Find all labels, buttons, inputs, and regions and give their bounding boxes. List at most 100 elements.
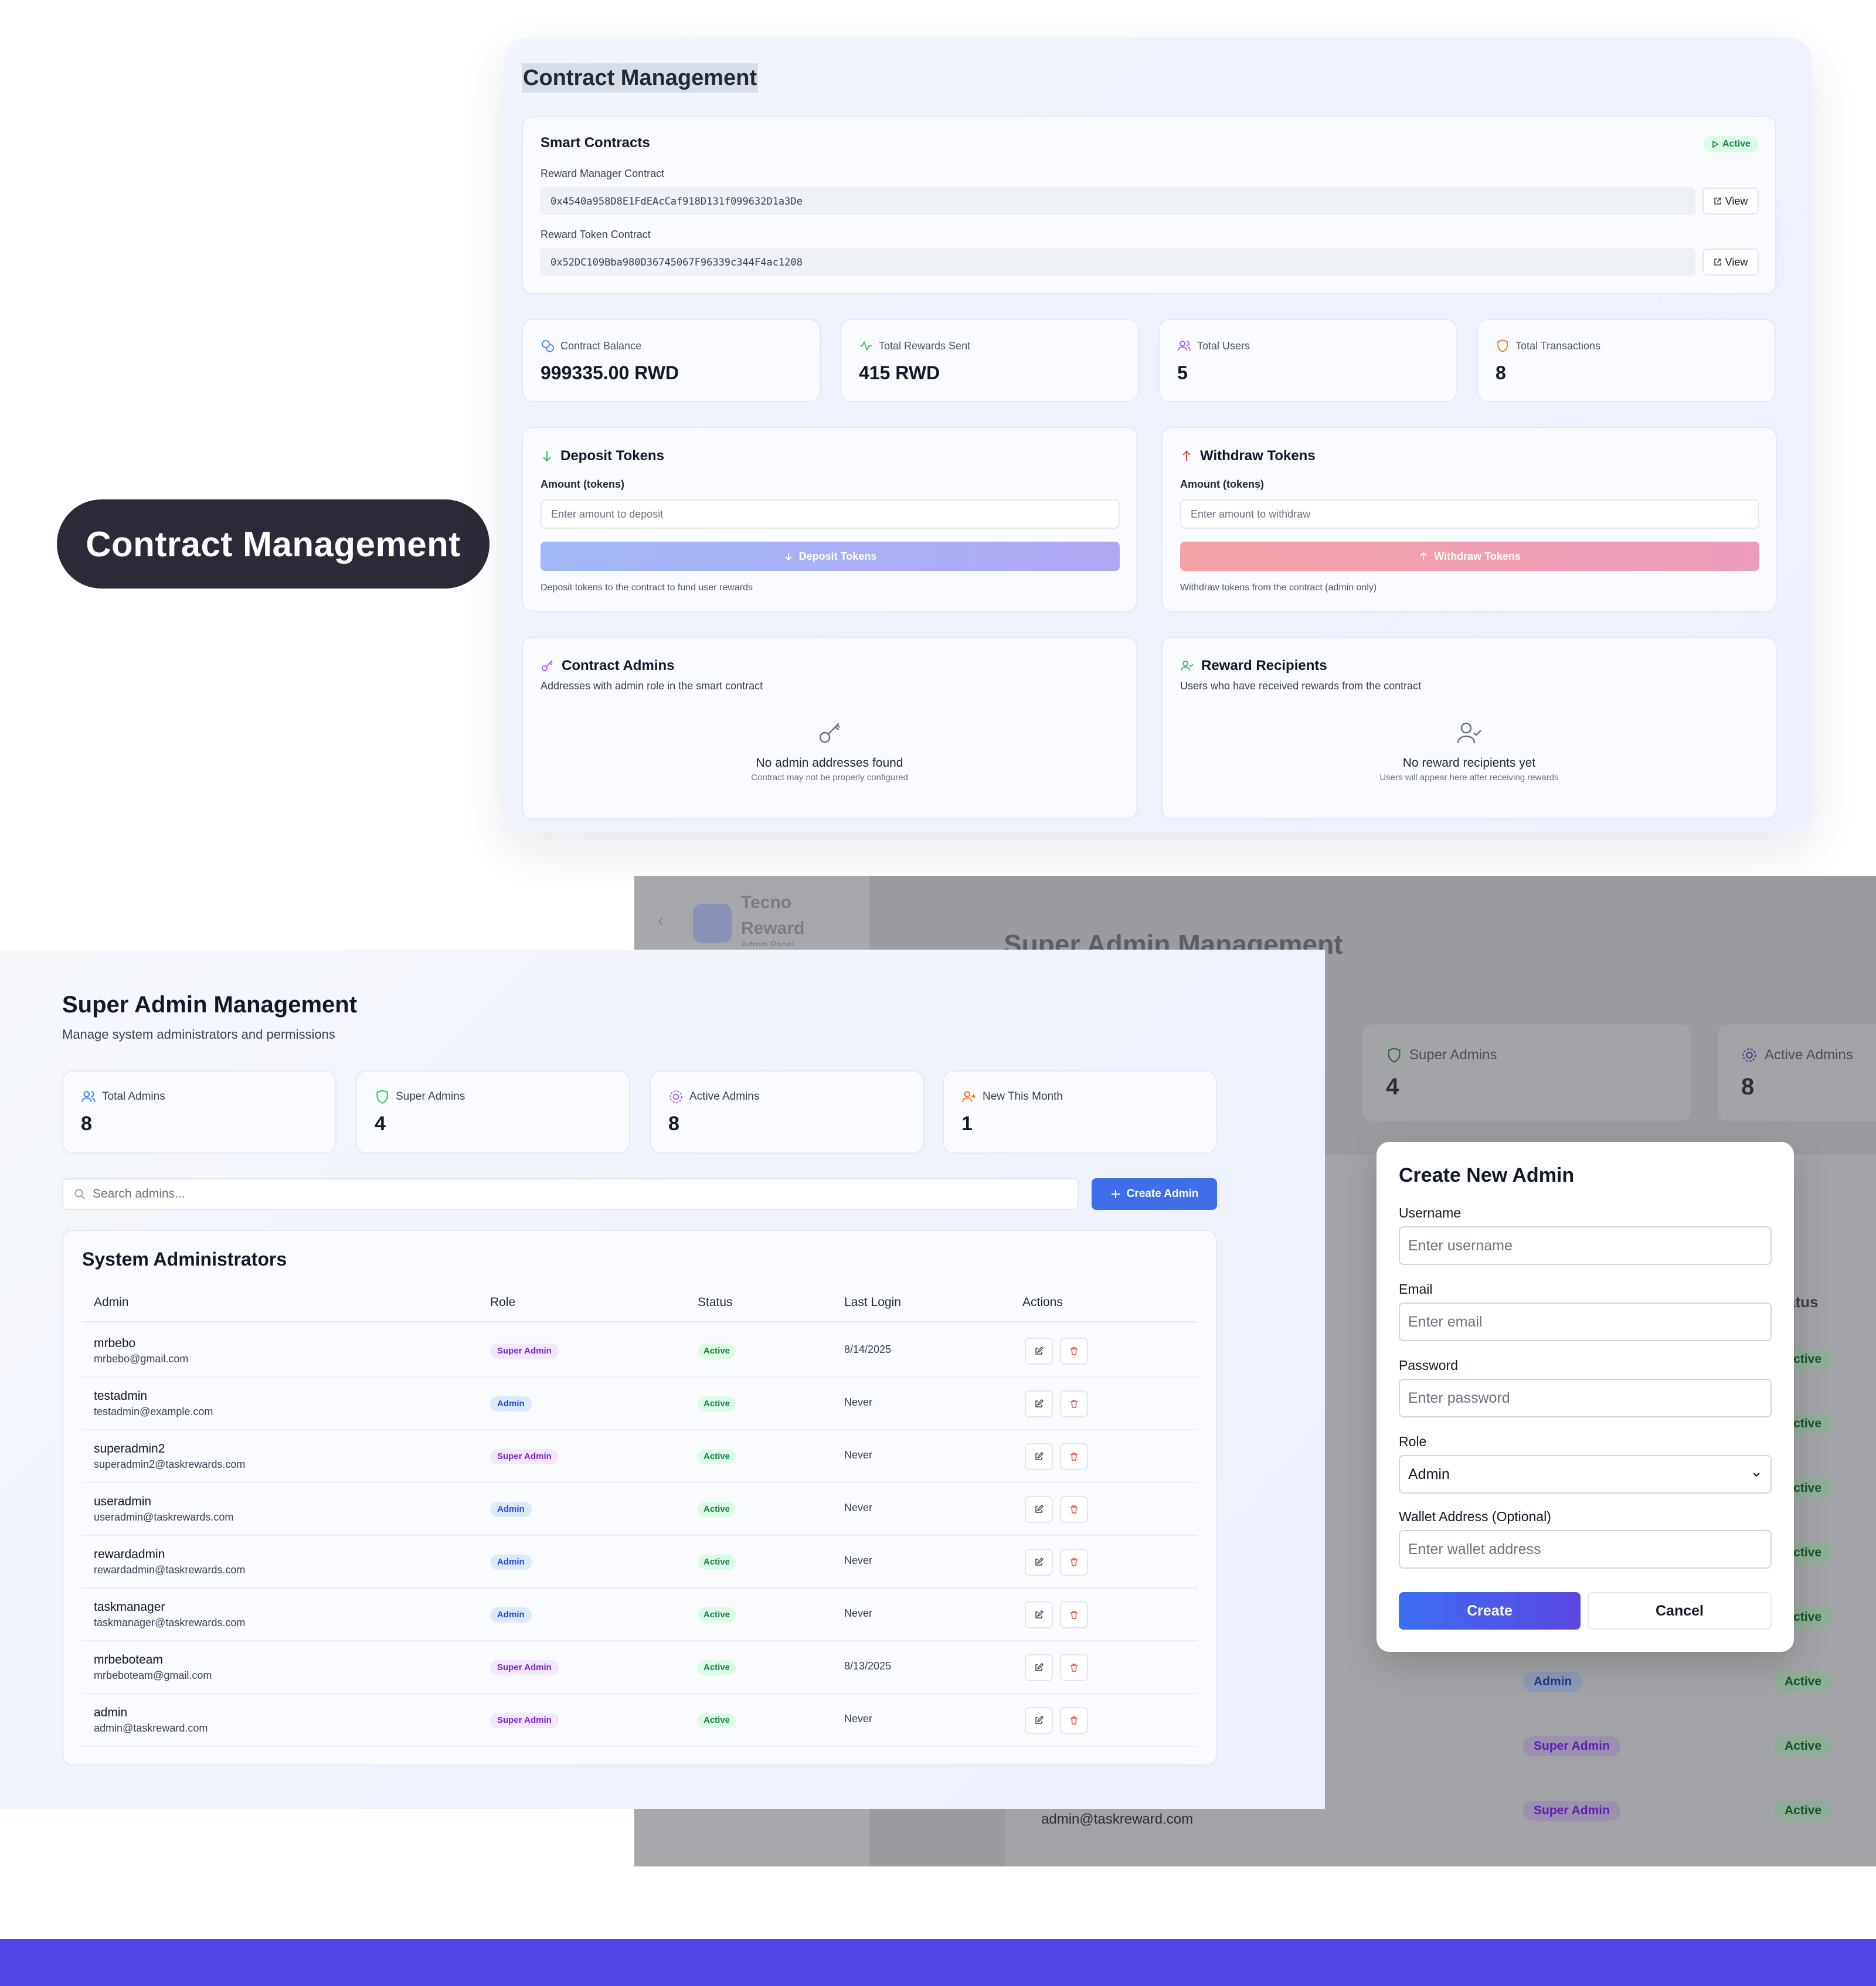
admin-username: rewardadmin [94,1548,165,1561]
edit-icon [1035,1716,1044,1724]
stat-label-row: Super Admins [1386,1047,1497,1063]
delete-button[interactable] [1060,1496,1088,1523]
smart-contracts-title: Smart Contracts [541,135,650,151]
modal-title: Create New Admin [1399,1164,1575,1186]
cancel-button[interactable]: Cancel [1588,1592,1772,1630]
deposit-amount-input[interactable]: Enter amount to deposit [541,499,1120,529]
edit-icon [1035,1346,1044,1355]
email-input[interactable]: Enter email [1399,1303,1772,1341]
stat-card-super-admins: Super Admins 4 [356,1070,630,1154]
view-reward-manager-button[interactable]: View [1702,188,1759,215]
stat-label: Super Admins [1409,1047,1497,1063]
admin-email: rewardadmin@taskrewards.com [94,1564,246,1576]
chevron-down-icon [1753,1473,1760,1477]
edit-button[interactable] [1025,1707,1053,1734]
withdraw-note: Withdraw tokens from the contract (admin… [1180,583,1377,593]
delete-button[interactable] [1060,1654,1088,1681]
admin-username: mrbebo [94,1337,136,1350]
delete-button[interactable] [1060,1338,1088,1365]
deposit-amount-label: Amount (tokens) [541,478,624,490]
edit-button[interactable] [1025,1390,1053,1417]
column-header-last-login: Last Login [844,1295,901,1309]
last-login: Never [844,1396,873,1408]
edit-button[interactable] [1025,1654,1053,1681]
page-title: Contract Management [522,63,759,93]
deposit-tokens-button[interactable]: Deposit Tokens [541,542,1120,571]
wallet-label: Wallet Address (Optional) [1399,1509,1551,1524]
arrow-down-icon [543,451,551,462]
edit-button[interactable] [1025,1338,1053,1365]
delete-button[interactable] [1060,1549,1088,1576]
header-divider [82,1321,1197,1322]
stat-card-total-rewards-sent: Total Rewards Sent 415 RWD [840,319,1139,402]
trash-icon [1070,1716,1078,1725]
delete-button[interactable] [1060,1707,1088,1734]
status-badge: Active [698,1344,736,1359]
admin-username: testadmin [94,1389,148,1403]
reward-recipients-subtitle: Users who have received rewards from the… [1180,680,1422,692]
search-placeholder: Search admins... [93,1187,185,1201]
stat-label-row: Total Transactions [1496,339,1600,353]
stat-label: Super Admins [396,1090,465,1103]
search-input[interactable]: Search admins... [62,1178,1079,1210]
admin-email: testadmin@example.com [94,1406,213,1417]
password-input[interactable]: Enter password [1399,1379,1772,1417]
empty-state-subtitle: Users will appear here after receiving r… [1379,773,1559,783]
section-label-text: Contract Management [86,524,461,564]
table-row: admin admin@taskreward.com Super Admin Acti… [82,1694,1197,1747]
key-icon [542,660,553,671]
stat-label: Total Admins [102,1090,165,1103]
view-reward-token-button[interactable]: View [1702,249,1759,276]
username-input[interactable]: Enter username [1399,1226,1772,1265]
external-link-icon [1714,198,1721,205]
status-badge: Active [698,1713,736,1728]
status-badge: Active [698,1502,736,1517]
plus-icon [1111,1190,1120,1198]
create-admin-button[interactable]: Create Admin [1092,1178,1217,1210]
reward-manager-address[interactable]: 0x4540a958D8E1FdEAcCaf918D131f099632D1a3… [541,188,1695,215]
stat-card-active-admins: Active Admins 8 [650,1070,924,1154]
delete-button[interactable] [1060,1443,1088,1470]
role-badge: Super Admin [490,1660,559,1675]
stat-label-row: Total Rewards Sent [859,339,970,353]
reward-recipients-title-row: Reward Recipients [1180,658,1327,674]
reward-token-address[interactable]: 0x52DC109Bba980D36745067F96339c344F4ac12… [541,249,1695,276]
delete-button[interactable] [1060,1390,1088,1417]
last-login: Never [844,1449,873,1461]
stat-card-contract-balance: Contract Balance 999335.00 RWD [522,319,821,402]
withdraw-amount-label: Amount (tokens) [1180,478,1264,490]
edit-button[interactable] [1025,1496,1053,1523]
wallet-address-input[interactable]: Enter wallet address [1399,1530,1772,1569]
stat-label-row: Super Admins [375,1089,465,1104]
last-login: Never [844,1502,873,1514]
edit-button[interactable] [1025,1443,1053,1470]
admin-username: taskmanager [94,1600,165,1614]
withdraw-tokens-button[interactable]: Withdraw Tokens [1180,542,1759,571]
withdraw-button-label: Withdraw Tokens [1434,550,1521,562]
activity-icon [860,341,872,351]
stat-value: 8 [668,1113,679,1135]
user-plus-icon [962,1091,976,1102]
contract-admins-title: Contract Admins [562,658,675,674]
status-badge: Active [1774,1736,1833,1756]
stat-label: Contract Balance [560,339,642,352]
edit-button[interactable] [1025,1601,1053,1628]
row-email: admin@taskreward.com [1041,1811,1194,1827]
shield-icon [376,1090,388,1104]
stat-label: Total Rewards Sent [879,339,971,352]
delete-button[interactable] [1060,1601,1088,1628]
create-button[interactable]: Create [1399,1592,1581,1630]
stat-card-total-admins: Total Admins 8 [62,1070,337,1154]
table-row: useradmin useradmin@taskrewards.com Admin A… [82,1483,1197,1536]
admin-username: useradmin [94,1495,152,1508]
play-icon [1712,141,1719,148]
role-badge: Super Admin [490,1713,559,1728]
role-select[interactable]: Admin [1399,1455,1772,1494]
role-badge: Super Admin [490,1344,559,1359]
status-badge: Active [698,1555,736,1570]
trash-icon [1070,1347,1078,1355]
edit-button[interactable] [1025,1549,1053,1576]
column-header-actions: Actions [1022,1295,1063,1309]
admin-username: mrbeboteam [94,1653,163,1667]
withdraw-amount-input[interactable]: Enter amount to withdraw [1180,499,1759,529]
